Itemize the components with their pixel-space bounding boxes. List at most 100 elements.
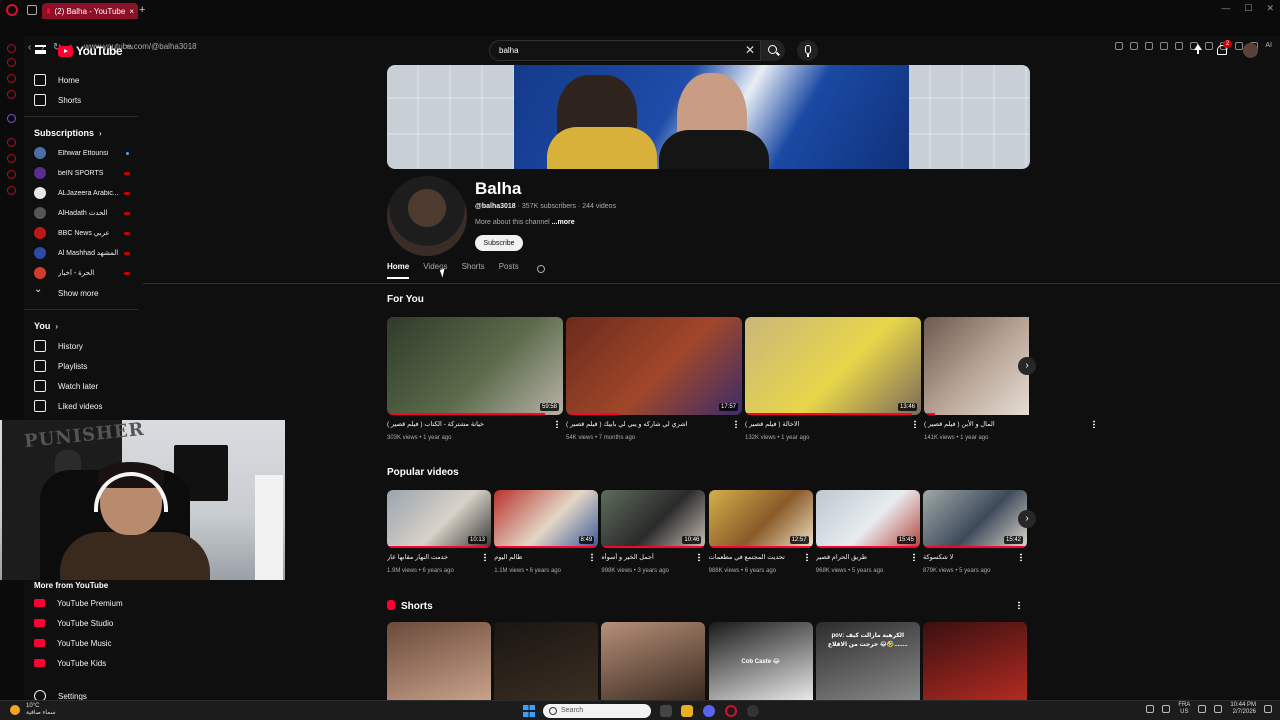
close-tab-icon[interactable]: ×	[129, 7, 134, 16]
close-window-icon[interactable]: ✕	[1266, 3, 1274, 14]
whatsapp-icon[interactable]	[7, 90, 16, 99]
notification-center-icon[interactable]	[1264, 705, 1272, 713]
video-title[interactable]: الاخالة ( فيلم قصير )	[745, 420, 907, 428]
youtube-logo[interactable]: YouTube TN	[58, 44, 133, 58]
aria-icon[interactable]	[7, 58, 16, 67]
video-thumbnail[interactable]: 15:45	[815, 490, 920, 548]
video-thumbnail[interactable]: 10:13	[387, 490, 491, 548]
vpn-icon[interactable]	[1160, 42, 1169, 50]
video-title[interactable]: تحديت المجتمع في مطعمات	[709, 553, 799, 561]
create-icon[interactable]	[1192, 44, 1204, 56]
sidebar-item-youtube-kids[interactable]: YouTube Kids	[34, 655, 106, 671]
snapshot-icon[interactable]	[1130, 42, 1139, 50]
sidebar-item-liked-videos[interactable]: Liked videos	[34, 398, 102, 414]
popular-next-button[interactable]: ›	[1018, 510, 1036, 528]
short-thumbnail[interactable]: Cob Caste 😂	[708, 622, 813, 700]
settings-sidebar-icon[interactable]	[7, 186, 16, 195]
video-title[interactable]: طريق الحرام قصير	[816, 553, 906, 561]
messenger-icon[interactable]	[7, 74, 16, 83]
account-avatar[interactable]	[1243, 43, 1258, 58]
subscription-item[interactable]: الحرة - أخبار	[34, 266, 130, 280]
minimize-icon[interactable]: —	[1221, 3, 1230, 14]
sidebar-item-home[interactable]: Home	[34, 72, 79, 88]
channel-avatar[interactable]	[387, 176, 467, 256]
opera-logo-icon[interactable]	[6, 4, 18, 16]
video-menu-icon[interactable]	[591, 553, 594, 561]
video-menu-icon[interactable]	[556, 420, 558, 428]
windows-start-icon[interactable]	[523, 705, 535, 717]
video-title[interactable]: لا شكسوكة	[923, 553, 1013, 561]
sidebar-item-youtube-premium[interactable]: YouTube Premium	[34, 595, 123, 611]
music-icon[interactable]	[7, 138, 16, 147]
voice-search-button[interactable]	[797, 40, 818, 61]
you-heading[interactable]: You ›	[34, 321, 58, 331]
short-thumbnail[interactable]	[923, 622, 1027, 700]
file-explorer-icon[interactable]	[681, 705, 693, 717]
sidebar-item-shorts[interactable]: Shorts	[34, 92, 81, 108]
video-title[interactable]: المال و الأبن ( فيلم قصير )	[924, 420, 1086, 428]
video-menu-icon[interactable]	[1093, 420, 1095, 428]
discord-icon[interactable]	[703, 705, 715, 717]
subscriptions-heading[interactable]: Subscriptions ›	[34, 128, 102, 138]
subscription-item[interactable]: BBC News عربي	[34, 226, 130, 240]
short-thumbnail[interactable]	[601, 622, 706, 700]
opera-taskbar-icon[interactable]	[725, 705, 737, 717]
for-you-next-button[interactable]: ›	[1018, 357, 1036, 375]
subscribe-button[interactable]: Subscribe	[475, 235, 523, 251]
sidebar-item-playlists[interactable]: Playlists	[34, 358, 87, 374]
search-button[interactable]	[761, 40, 785, 61]
subscription-item[interactable]: Al Mashhad المشهد	[34, 246, 130, 260]
maximize-icon[interactable]: ☐	[1244, 3, 1252, 14]
language-indicator[interactable]: FRA US	[1178, 702, 1190, 716]
channel-about[interactable]: More about this channel ...more	[475, 219, 575, 226]
sidebar-item-youtube-studio[interactable]: YouTube Studio	[34, 615, 113, 631]
short-thumbnail[interactable]	[494, 622, 599, 700]
subscription-item[interactable]: Elhiwar Ettounsi	[34, 146, 130, 160]
video-title[interactable]: خدمت النهار مقابها عار	[387, 553, 477, 561]
video-thumbnail[interactable]	[924, 317, 1029, 415]
video-menu-icon[interactable]	[735, 420, 737, 428]
tab-home[interactable]: Home	[387, 262, 410, 279]
video-menu-icon[interactable]	[914, 420, 916, 428]
new-tab-button[interactable]: +	[139, 4, 145, 16]
short-thumbnail[interactable]: pov: الكرهبة مازالت كيف خرجت من الاقلاع …	[815, 622, 920, 700]
bookmark-icon[interactable]	[1115, 42, 1124, 50]
video-thumbnail[interactable]: 13:46	[745, 317, 921, 415]
sidebar-item-history[interactable]: History	[34, 338, 83, 354]
speed-dial-icon[interactable]	[7, 44, 16, 53]
video-title[interactable]: اشري لي شاركه و يبي لي بابيك ( فيلم قصير…	[566, 420, 728, 428]
search-box[interactable]: balha ✕	[489, 40, 761, 61]
player-icon[interactable]	[1175, 42, 1184, 50]
ai-button[interactable]: AI	[1265, 42, 1272, 50]
video-title[interactable]: خيانة مشتركة - الكتاب ( فيلم قصير )	[387, 420, 549, 428]
tab-posts[interactable]: Posts	[499, 262, 519, 277]
twitch-icon[interactable]	[7, 114, 16, 123]
video-menu-icon[interactable]	[912, 553, 915, 561]
video-thumbnail[interactable]: 8:49	[494, 490, 599, 548]
tab-shorts[interactable]: Shorts	[462, 262, 485, 277]
show-more-button[interactable]: ⌄ Show more	[34, 285, 98, 301]
history-sidebar-icon[interactable]	[7, 154, 16, 163]
video-thumbnail[interactable]: 17:57	[566, 317, 742, 415]
back-icon[interactable]: ‹	[28, 42, 31, 53]
video-thumbnail[interactable]: 12:57	[708, 490, 813, 548]
obs-icon[interactable]	[747, 705, 759, 717]
short-thumbnail[interactable]	[387, 622, 491, 700]
clock[interactable]: 10:44 PM 2/7/2026	[1230, 702, 1256, 716]
shield-icon[interactable]	[1145, 42, 1154, 50]
tab-menu-icon[interactable]	[27, 5, 37, 15]
video-thumbnail[interactable]: 10:46	[601, 490, 706, 548]
subscription-item[interactable]: AlHadath الحدث	[34, 206, 130, 220]
clear-search-icon[interactable]: ✕	[745, 43, 755, 57]
video-menu-icon[interactable]	[698, 553, 701, 561]
video-menu-icon[interactable]	[805, 553, 808, 561]
pinboard-icon[interactable]	[7, 170, 16, 179]
task-view-icon[interactable]	[660, 705, 672, 717]
taskbar-search[interactable]: Search	[543, 704, 651, 718]
video-title[interactable]: ظالم اليوم	[494, 553, 584, 561]
video-menu-icon[interactable]	[484, 553, 486, 561]
video-thumbnail[interactable]: 15:42	[923, 490, 1027, 548]
search-input[interactable]: balha	[499, 46, 519, 55]
extensions-icon[interactable]	[1205, 42, 1214, 50]
tray-overflow-icon[interactable]	[1146, 705, 1155, 713]
